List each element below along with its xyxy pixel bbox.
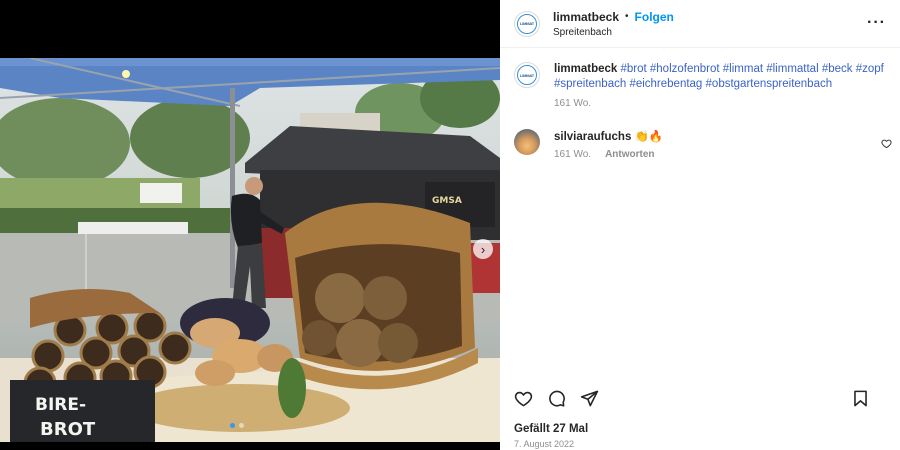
username-link[interactable]: limmatbeck	[553, 10, 619, 24]
likes-count[interactable]: Gefällt 27 Mal	[514, 423, 588, 435]
post-media: GMSA BIRE- BROT ›	[0, 0, 500, 450]
limmatbeck-logo-icon: LIMMAT	[517, 65, 537, 85]
comment-meta: 161 Wo. Antworten	[554, 149, 663, 160]
comment-avatar[interactable]	[514, 129, 540, 155]
carousel-dot	[230, 423, 235, 428]
post-photo[interactable]: GMSA BIRE- BROT	[0, 58, 500, 442]
comment-bubble-icon[interactable]	[547, 389, 566, 408]
action-bar	[514, 389, 894, 408]
limmatbeck-logo-icon: LIMMAT	[517, 13, 537, 34]
like-heart-icon[interactable]	[514, 389, 533, 408]
post-side-panel: LIMMAT limmatbeck • Folgen Spreitenbach …	[500, 0, 900, 450]
carousel-dots	[230, 423, 244, 428]
comment-text: 👏🔥	[634, 131, 664, 143]
bookmark-icon[interactable]	[851, 389, 870, 408]
caption-avatar[interactable]: LIMMAT	[514, 62, 540, 88]
share-send-icon[interactable]	[580, 389, 599, 408]
post-header: LIMMAT limmatbeck • Folgen Spreitenbach …	[500, 0, 900, 48]
header-text: limmatbeck • Folgen Spreitenbach	[553, 10, 674, 38]
reply-button[interactable]: Antworten	[605, 149, 654, 160]
like-comment-heart-icon[interactable]	[881, 136, 892, 149]
carousel-next-button[interactable]: ›	[473, 239, 493, 259]
carousel-dot	[239, 423, 244, 428]
chevron-right-icon: ›	[480, 241, 486, 257]
comment-item: silviaraufuchs 👏🔥 161 Wo. Antworten	[500, 129, 900, 160]
caption-username[interactable]: limmatbeck	[554, 63, 617, 75]
comment-username[interactable]: silviaraufuchs	[554, 131, 631, 143]
avatar[interactable]: LIMMAT	[514, 10, 540, 37]
post-date: 7. August 2022	[514, 439, 575, 449]
sign-text-line1: BIRE-	[35, 395, 86, 415]
svg-text:GMSA: GMSA	[432, 196, 462, 206]
more-horizontal-icon: ···	[867, 14, 886, 31]
comments-list: LIMMAT limmatbeck #brot #holzofenbrot #l…	[500, 62, 900, 160]
sign-text-line2: BROT	[40, 419, 96, 440]
header-line: limmatbeck • Folgen	[553, 10, 674, 24]
caption: LIMMAT limmatbeck #brot #holzofenbrot #l…	[500, 62, 900, 111]
location-link[interactable]: Spreitenbach	[553, 27, 674, 38]
more-options-button[interactable]: ···	[867, 14, 886, 32]
separator: •	[625, 11, 629, 22]
caption-body: limmatbeck #brot #holzofenbrot #limmat #…	[554, 62, 884, 111]
comment-time: 161 Wo.	[554, 149, 592, 160]
follow-button[interactable]: Folgen	[635, 10, 674, 24]
caption-time: 161 Wo.	[554, 98, 592, 109]
comment-body: silviaraufuchs 👏🔥 161 Wo. Antworten	[554, 129, 663, 160]
market-stall-photo: GMSA BIRE- BROT	[0, 58, 500, 442]
